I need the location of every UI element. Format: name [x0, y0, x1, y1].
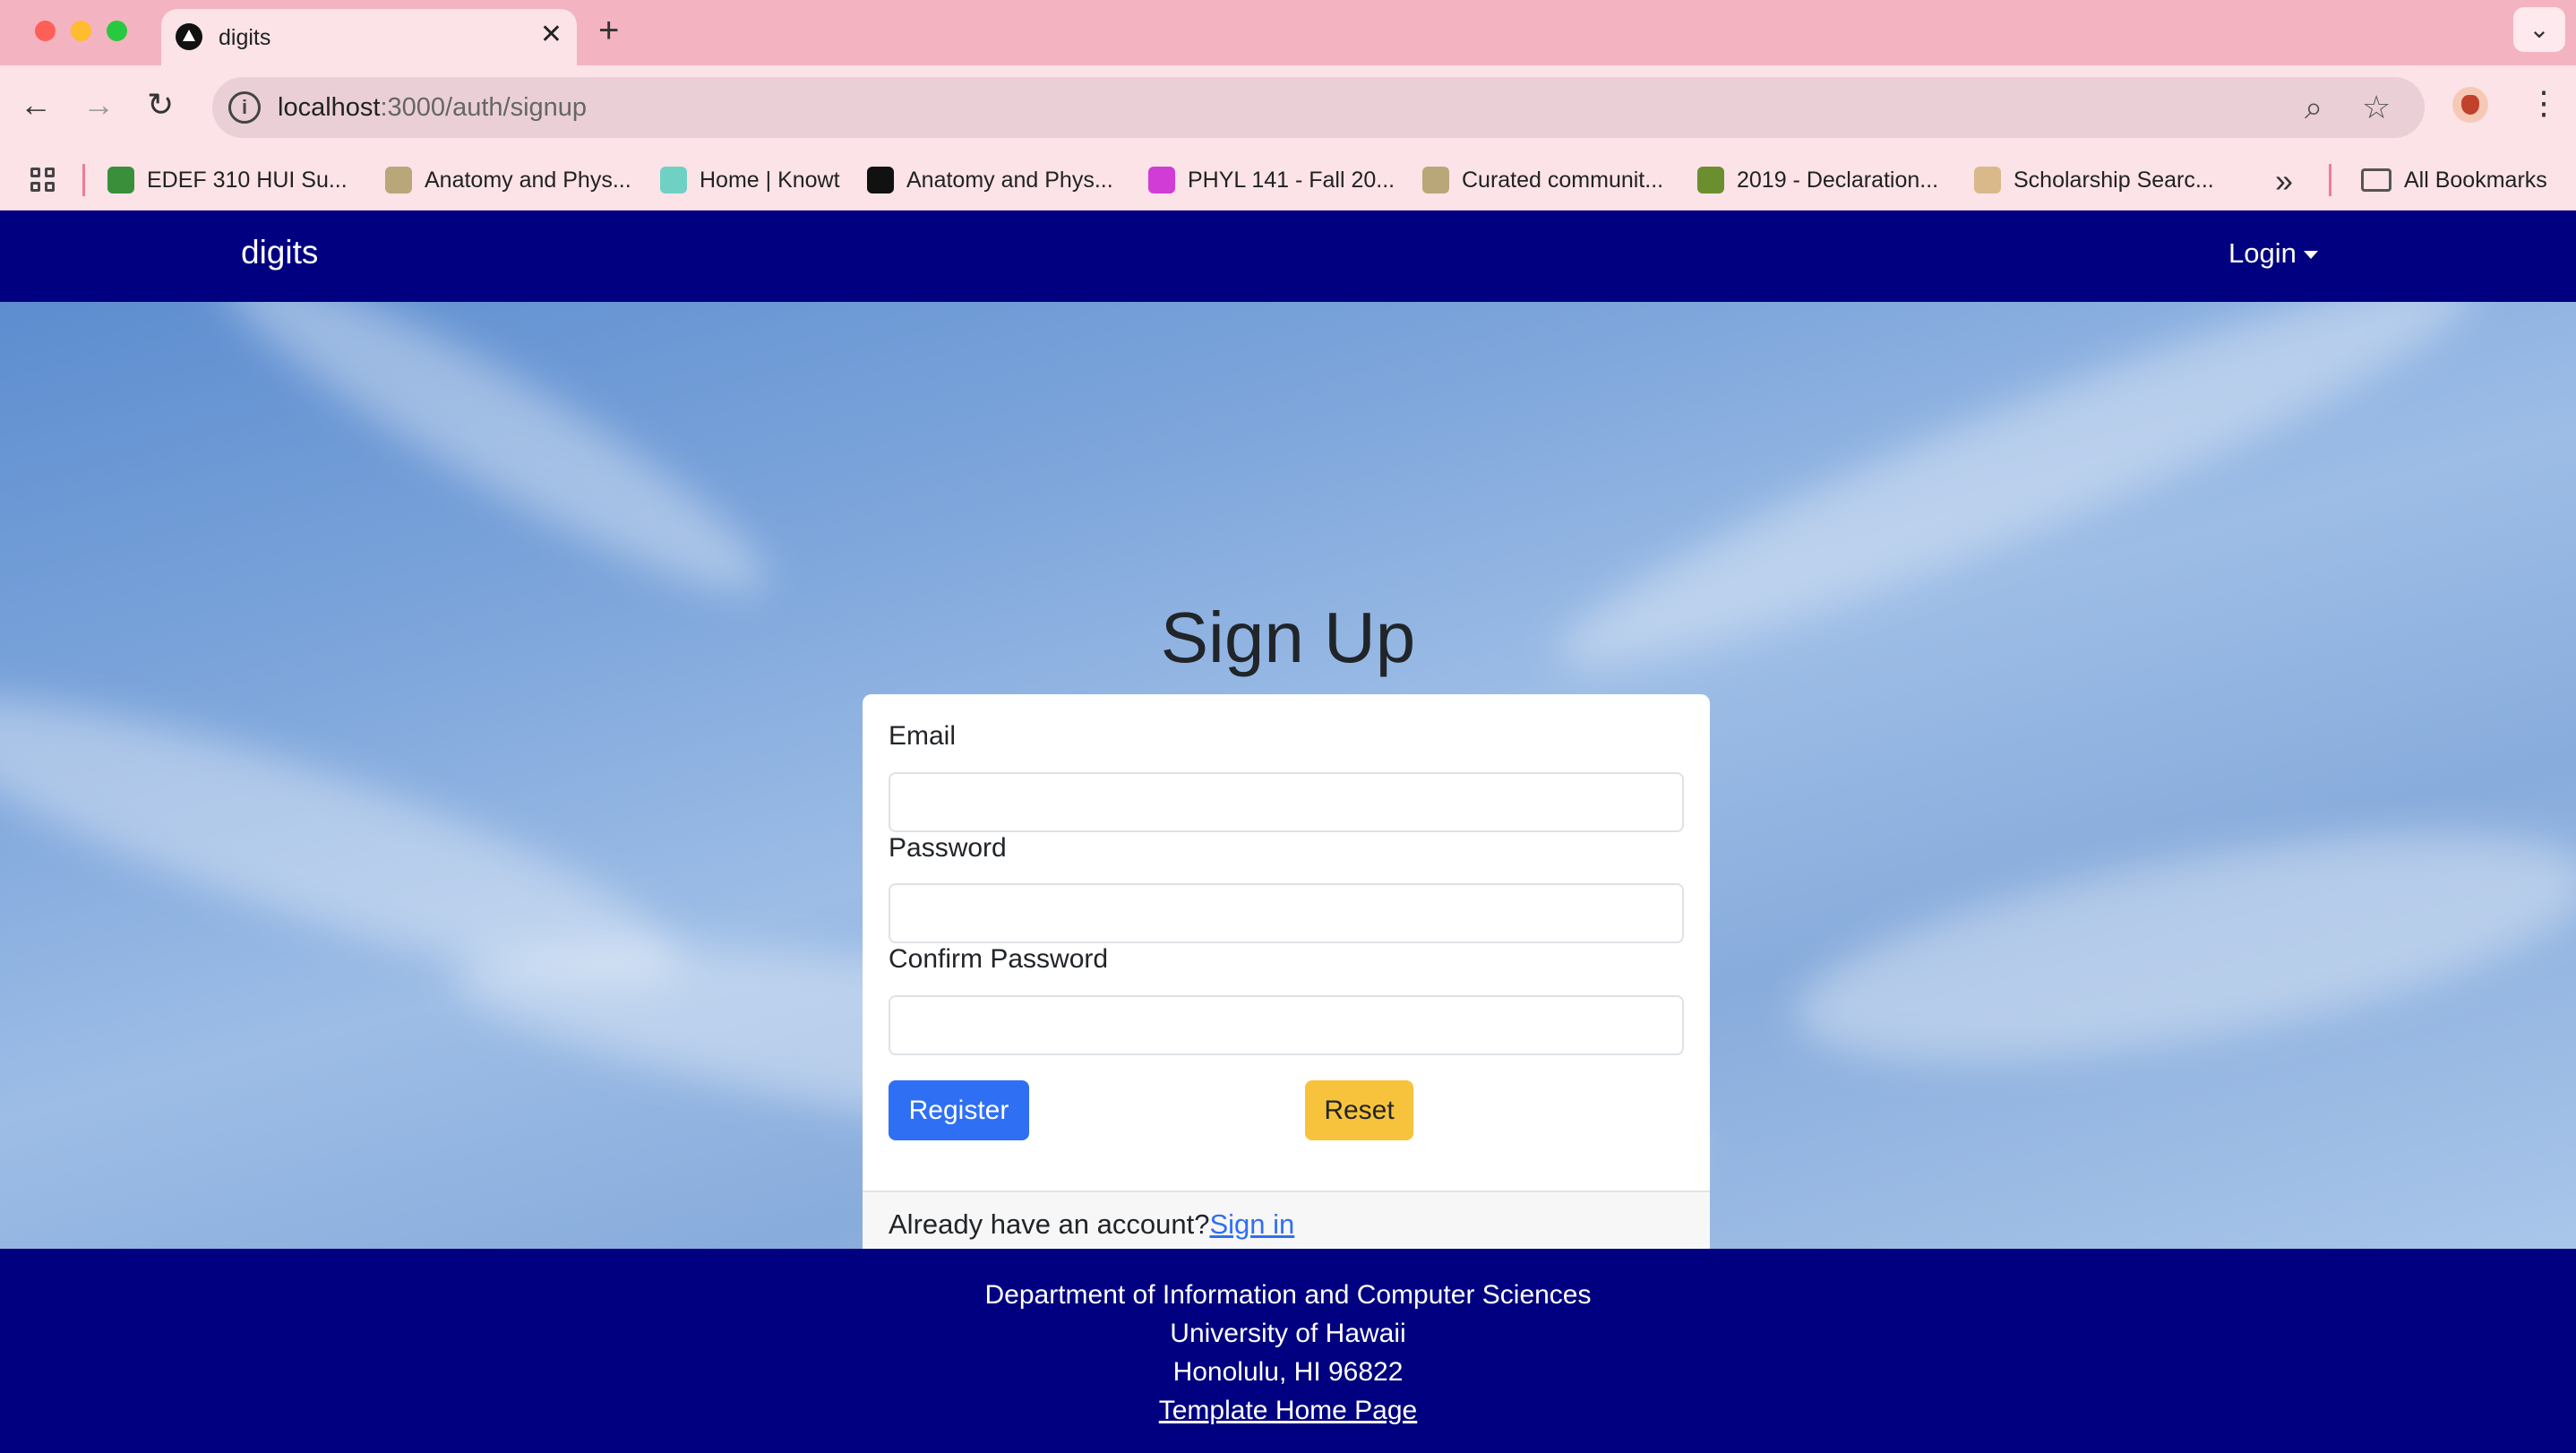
login-dropdown[interactable]: Login	[2228, 237, 2318, 270]
tab-close-icon[interactable]: ✕	[540, 21, 562, 48]
url-host: localhost	[278, 93, 381, 122]
caret-down-icon	[2303, 251, 2318, 260]
card-footer: Already have an account?Sign in	[863, 1191, 1710, 1249]
browser-toolbar: ← → ↻ i localhost:3000/auth/signup ⌕ ☆ ⋮	[0, 65, 2576, 150]
more-bookmarks-icon[interactable]: »	[2275, 162, 2293, 200]
footer-address: Honolulu, HI 96822	[1172, 1357, 1404, 1387]
bookmark-favicon-icon	[660, 167, 687, 193]
tab-title: digits	[219, 25, 271, 50]
profile-avatar[interactable]	[2452, 87, 2488, 123]
bookmark-label: EDEF 310 HUI Su...	[147, 167, 348, 193]
tab-search-chevron-icon[interactable]: ⌄	[2513, 7, 2565, 52]
footer-university: University of Hawaii	[1170, 1319, 1406, 1348]
bookmark-item[interactable]: Anatomy and Phys...	[867, 150, 1113, 211]
browser-tab-bar: digits ✕ + ⌄	[0, 0, 2576, 65]
all-bookmarks-button[interactable]: All Bookmarks	[2361, 150, 2547, 211]
sign-in-link[interactable]: Sign in	[1209, 1208, 1294, 1240]
url-text[interactable]: localhost:3000/auth/signup	[278, 93, 587, 123]
bookmark-star-icon[interactable]: ☆	[2362, 90, 2391, 125]
confirm-password-label: Confirm Password	[889, 944, 1109, 974]
bookmark-favicon-icon	[1974, 167, 2001, 193]
url-path: :3000/auth/signup	[380, 93, 588, 122]
signup-card: Email Password Confirm Password Register…	[863, 694, 1710, 1249]
tab-favicon-icon	[176, 23, 202, 50]
bookmark-item[interactable]: Scholarship Searc...	[1974, 150, 2214, 211]
footer-department: Department of Information and Computer S…	[984, 1280, 1592, 1310]
bookmarks-separator	[82, 164, 85, 196]
bookmark-favicon-icon	[107, 167, 134, 193]
brand-link[interactable]: digits	[241, 234, 318, 271]
close-window-button[interactable]	[35, 21, 56, 41]
address-bar[interactable]: i localhost:3000/auth/signup ⌕ ☆	[212, 77, 2425, 138]
site-footer: Department of Information and Computer S…	[0, 1249, 2576, 1453]
page-title: Sign Up	[1160, 598, 1416, 677]
register-button[interactable]: Register	[889, 1080, 1029, 1140]
bookmark-favicon-icon	[385, 167, 412, 193]
bookmark-favicon-icon	[1148, 167, 1175, 193]
bookmark-item[interactable]: Curated communit...	[1422, 150, 1663, 211]
confirm-password-field[interactable]	[889, 995, 1684, 1055]
password-field[interactable]	[889, 883, 1684, 943]
cloud-decoration	[193, 302, 792, 631]
site-navbar: digits Login	[0, 211, 2576, 302]
minimize-window-button[interactable]	[71, 21, 91, 41]
browser-tab[interactable]: digits ✕	[161, 9, 577, 65]
site-info-icon[interactable]: i	[228, 91, 261, 124]
all-bookmarks-label: All Bookmarks	[2404, 167, 2547, 193]
bookmark-item[interactable]: 2019 - Declaration...	[1697, 150, 1938, 211]
email-label: Email	[889, 721, 957, 751]
bookmark-label: Curated communit...	[1462, 167, 1664, 193]
bookmark-item[interactable]: Anatomy and Phys...	[385, 150, 631, 211]
back-arrow-icon[interactable]: ←	[20, 85, 52, 125]
email-field[interactable]	[889, 772, 1684, 832]
sky-background: Sign Up Email Password Confirm Password …	[0, 302, 2576, 1249]
forward-arrow-icon[interactable]: →	[82, 85, 115, 125]
bookmark-label: 2019 - Declaration...	[1737, 167, 1939, 193]
bookmark-label: Anatomy and Phys...	[425, 167, 631, 193]
maximize-window-button[interactable]	[107, 21, 127, 41]
bookmark-favicon-icon	[867, 167, 894, 193]
bookmark-item[interactable]: Home | Knowt	[660, 150, 840, 211]
zoom-icon[interactable]: ⌕	[2305, 90, 2323, 125]
browser-menu-icon[interactable]: ⋮	[2528, 83, 2560, 123]
bookmark-favicon-icon	[1697, 167, 1724, 193]
bookmark-item[interactable]: PHYL 141 - Fall 20...	[1148, 150, 1395, 211]
bookmark-label: Home | Knowt	[700, 167, 840, 193]
bookmark-label: PHYL 141 - Fall 20...	[1188, 167, 1395, 193]
bookmark-label: Anatomy and Phys...	[906, 167, 1113, 193]
bookmark-favicon-icon	[1422, 167, 1449, 193]
new-tab-icon[interactable]: +	[598, 13, 619, 48]
reset-button[interactable]: Reset	[1305, 1080, 1413, 1140]
apps-grid-icon[interactable]	[30, 168, 57, 194]
login-label: Login	[2228, 237, 2297, 269]
bookmark-label: Scholarship Searc...	[2014, 167, 2214, 193]
password-label: Password	[889, 833, 1007, 863]
account-prompt: Already have an account?	[889, 1208, 1210, 1240]
template-home-link[interactable]: Template Home Page	[1159, 1396, 1418, 1425]
bookmark-item[interactable]: EDEF 310 HUI Su...	[107, 150, 348, 211]
bookmarks-bar: EDEF 310 HUI Su... Anatomy and Phys... Hom…	[0, 150, 2576, 211]
reload-icon[interactable]: ↻	[147, 85, 174, 125]
bookmarks-separator	[2329, 164, 2331, 196]
cloud-decoration	[1782, 788, 2576, 1105]
folder-icon	[2361, 168, 2391, 192]
